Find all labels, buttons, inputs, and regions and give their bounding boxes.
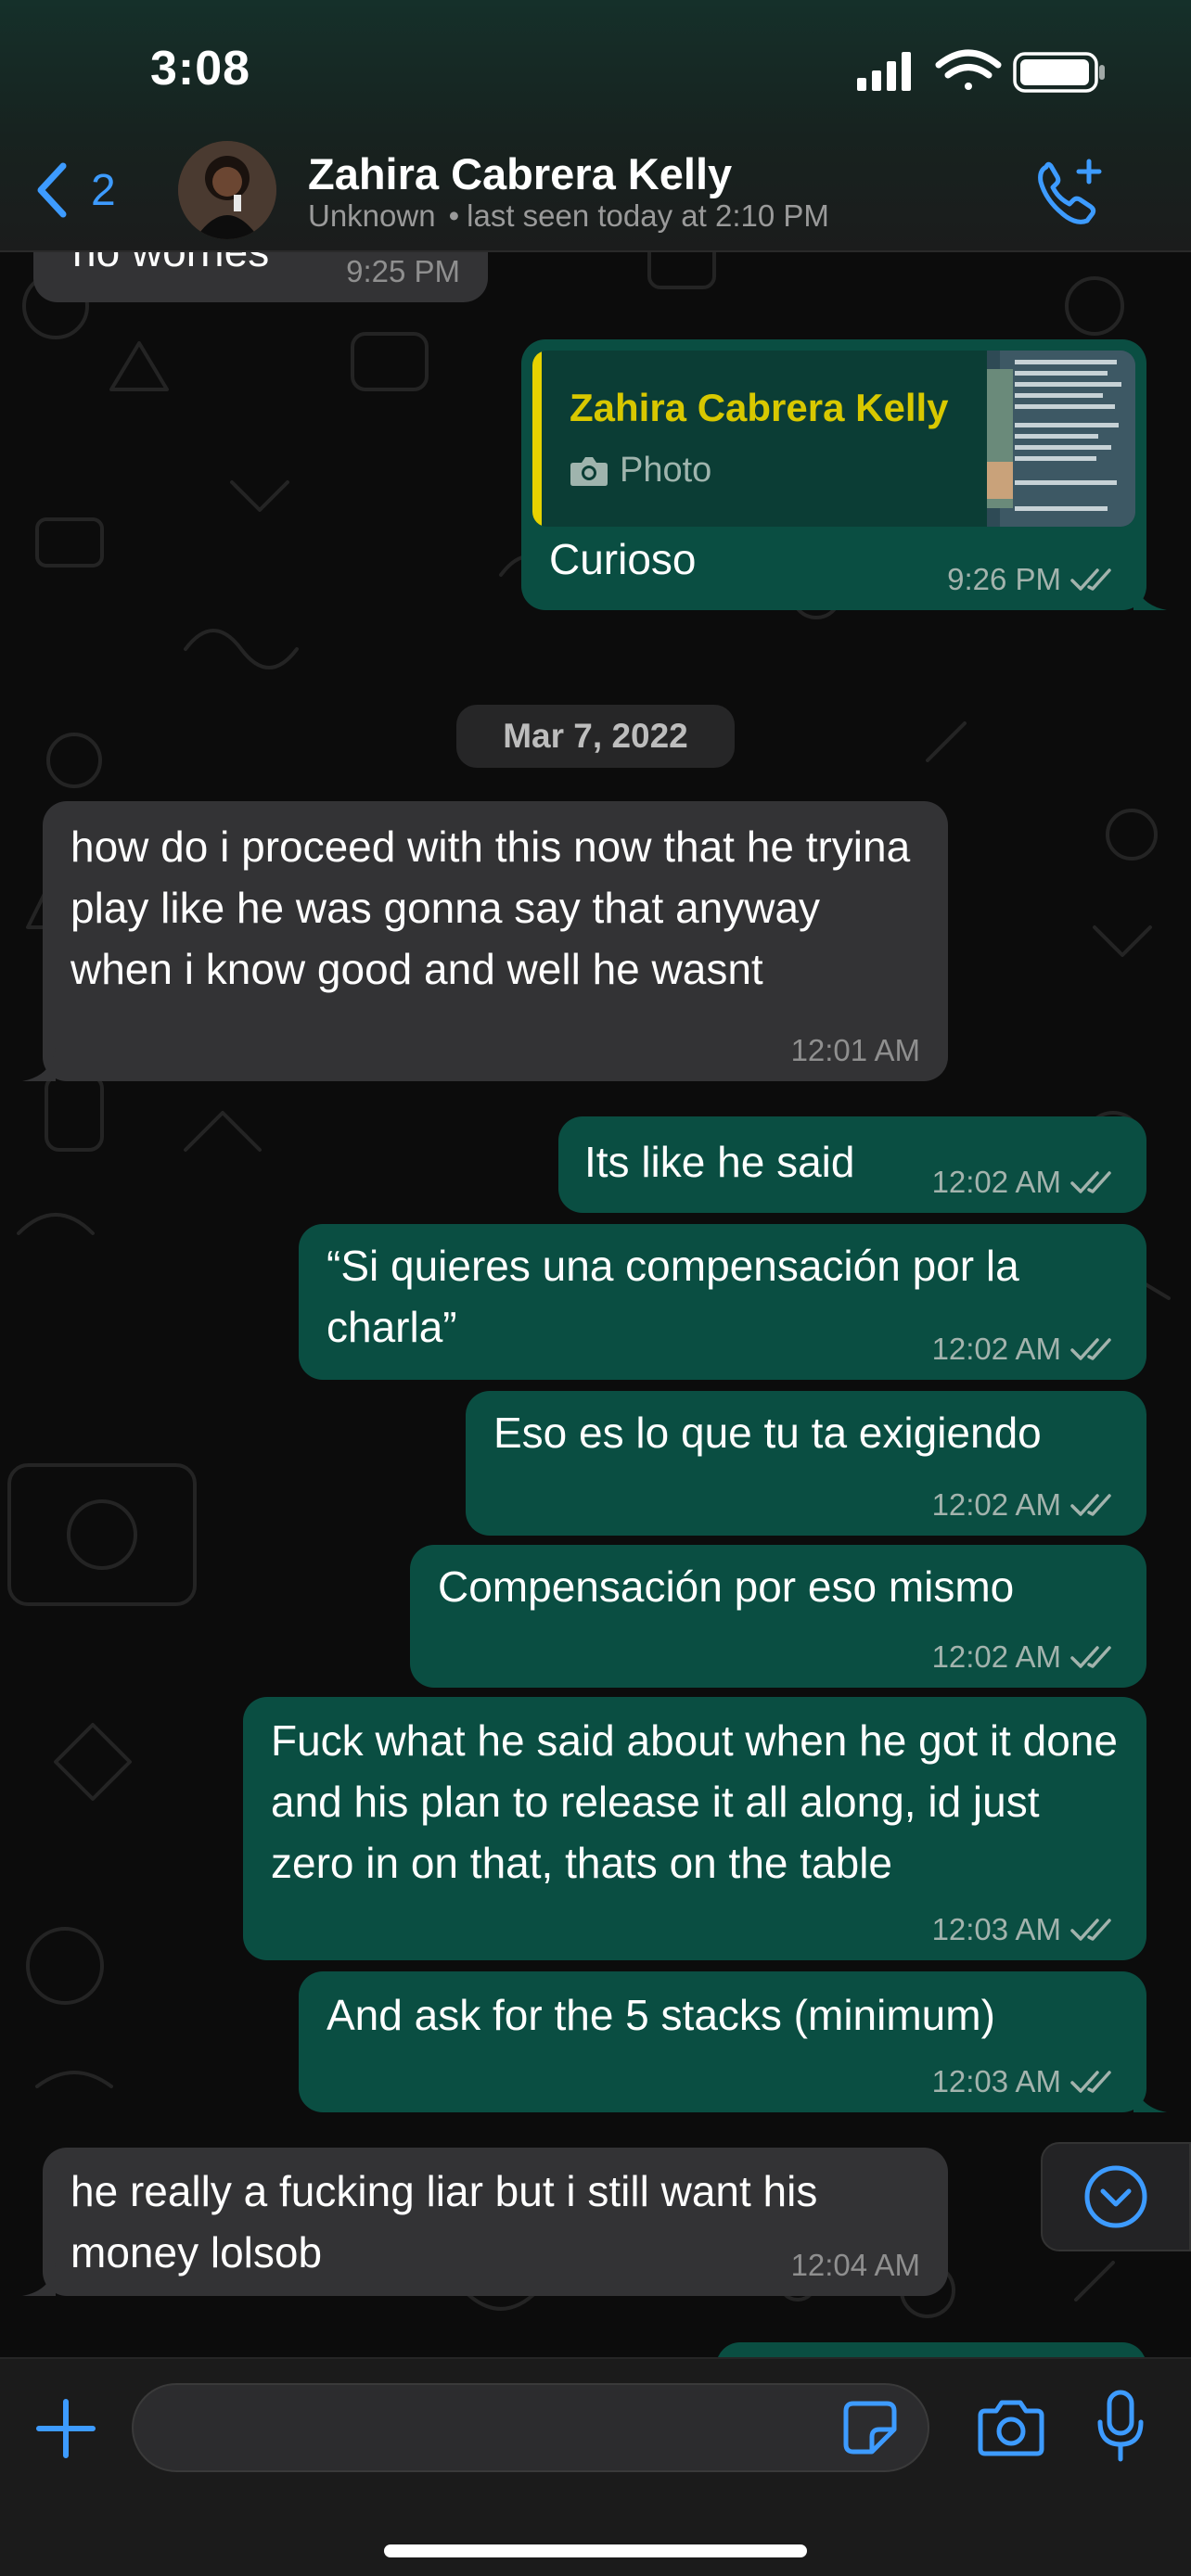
message-meta: 12:03 AM xyxy=(932,2064,1119,2099)
message-text: And ask for the 5 stacks (minimum) xyxy=(327,1991,995,2039)
chevron-down-circle-icon xyxy=(1084,2165,1147,2228)
unread-count: 2 xyxy=(91,165,116,215)
bubble-tail xyxy=(22,2263,56,2296)
message-meta: 12:02 AM xyxy=(932,1332,1119,1367)
message-text: how do i proceed with this now that he t… xyxy=(70,823,922,993)
message-time: 12:02 AM xyxy=(931,1639,1061,1674)
message-text: Curioso xyxy=(549,535,697,583)
read-receipt-icon xyxy=(1070,2071,1111,2093)
camera-icon[interactable] xyxy=(978,2396,1044,2459)
message-time: 9:26 PM xyxy=(947,562,1061,596)
message-incoming[interactable]: how do i proceed with this now that he t… xyxy=(22,801,948,1081)
message-text: Its like he said xyxy=(584,1138,855,1186)
wifi-icon xyxy=(935,49,1002,90)
contact-status: Unknown • last seen today at 2:10 PM xyxy=(308,198,829,234)
microphone-icon[interactable] xyxy=(1095,2389,1146,2463)
quote-type: Photo xyxy=(570,451,711,491)
read-receipt-icon xyxy=(1070,1494,1111,1516)
read-receipt-icon xyxy=(1070,1338,1111,1360)
message-outgoing[interactable]: Eso es lo que tu ta exigiendo 12:02 AM xyxy=(466,1391,1146,1536)
message-text: Eso es lo que tu ta exigiendo xyxy=(493,1409,1042,1457)
message-time: 12:01 AM xyxy=(790,1033,920,1067)
message-input[interactable] xyxy=(132,2383,929,2472)
message-meta: 12:04 AM xyxy=(791,2248,920,2283)
message-time: 12:03 AM xyxy=(931,1912,1061,1946)
read-receipt-icon xyxy=(1070,1171,1111,1193)
bubble-tail xyxy=(1133,2079,1167,2112)
phone-plus-icon[interactable] xyxy=(1033,156,1108,230)
read-receipt-icon xyxy=(1070,1646,1111,1668)
message-outgoing-reply[interactable]: Zahira Cabrera Kelly Photo Curioso 9:26 … xyxy=(521,339,1167,610)
message-outgoing[interactable]: “Si quieres una compensación por la char… xyxy=(299,1224,1146,1380)
signal-icon xyxy=(857,52,911,91)
status-icons xyxy=(857,49,1105,93)
message-time: 12:04 AM xyxy=(790,2248,920,2282)
message-meta: 12:02 AM xyxy=(932,1165,1119,1200)
back-button[interactable]: 2 xyxy=(33,158,135,223)
message-time: 12:02 AM xyxy=(931,1487,1061,1522)
message-meta: 12:02 AM xyxy=(932,1639,1119,1675)
battery-icon xyxy=(1013,52,1105,93)
reply-quote[interactable]: Zahira Cabrera Kelly Photo xyxy=(532,351,1135,527)
quote-author: Zahira Cabrera Kelly xyxy=(570,386,949,429)
date-separator: Mar 7, 2022 xyxy=(456,705,735,768)
chevron-left-icon xyxy=(37,162,67,218)
message-time: 12:03 AM xyxy=(931,2064,1061,2098)
message-text: Compensación por eso mismo xyxy=(438,1562,1015,1611)
message-time: 9:25 PM xyxy=(346,254,460,288)
bubble-tail xyxy=(22,1048,56,1081)
chat-screen: 3:08 2 Zahira Cabrera Kelly Unknown • la… xyxy=(0,0,1191,2576)
status-time: 3:08 xyxy=(150,42,251,96)
message-meta: 9:25 PM xyxy=(346,254,460,289)
separator-dot: • xyxy=(448,198,460,233)
contact-name[interactable]: Zahira Cabrera Kelly xyxy=(308,148,732,199)
bubble-tail xyxy=(1133,577,1167,610)
read-receipt-icon xyxy=(1070,1919,1111,1941)
sticker-icon[interactable] xyxy=(840,2398,900,2457)
quote-type-label: Photo xyxy=(620,451,712,490)
message-outgoing[interactable]: And ask for the 5 stacks (minimum) 12:03… xyxy=(299,1971,1167,2112)
chat-header: 3:08 2 Zahira Cabrera Kelly Unknown • la… xyxy=(0,0,1191,252)
message-outgoing[interactable]: Its like he said 12:02 AM xyxy=(558,1116,1146,1213)
message-text: Fuck what he said about when he got it d… xyxy=(271,1716,1130,1887)
message-composer xyxy=(0,2357,1191,2576)
last-seen: last seen today at 2:10 PM xyxy=(467,198,829,233)
message-time: 12:02 AM xyxy=(931,1165,1061,1199)
message-time: 12:02 AM xyxy=(931,1332,1061,1366)
quote-accent-bar xyxy=(532,351,542,527)
message-incoming[interactable]: he really a fucking liar but i still wan… xyxy=(22,2148,948,2296)
camera-icon xyxy=(570,456,608,486)
plus-icon[interactable] xyxy=(33,2396,98,2461)
message-meta: 9:26 PM xyxy=(947,562,1119,597)
contact-avatar[interactable] xyxy=(178,141,276,239)
scroll-to-bottom-button[interactable] xyxy=(1041,2142,1191,2251)
message-outgoing[interactable]: Compensación por eso mismo 12:02 AM xyxy=(410,1545,1146,1688)
photo-thumbnail xyxy=(987,351,1135,527)
message-outgoing[interactable]: Fuck what he said about when he got it d… xyxy=(243,1697,1146,1960)
message-meta: 12:03 AM xyxy=(932,1912,1119,1947)
message-meta: 12:02 AM xyxy=(932,1487,1119,1523)
contact-status-unknown: Unknown xyxy=(308,198,436,233)
read-receipt-icon xyxy=(1070,568,1111,591)
home-indicator xyxy=(384,2544,807,2557)
message-meta: 12:01 AM xyxy=(791,1033,920,1068)
